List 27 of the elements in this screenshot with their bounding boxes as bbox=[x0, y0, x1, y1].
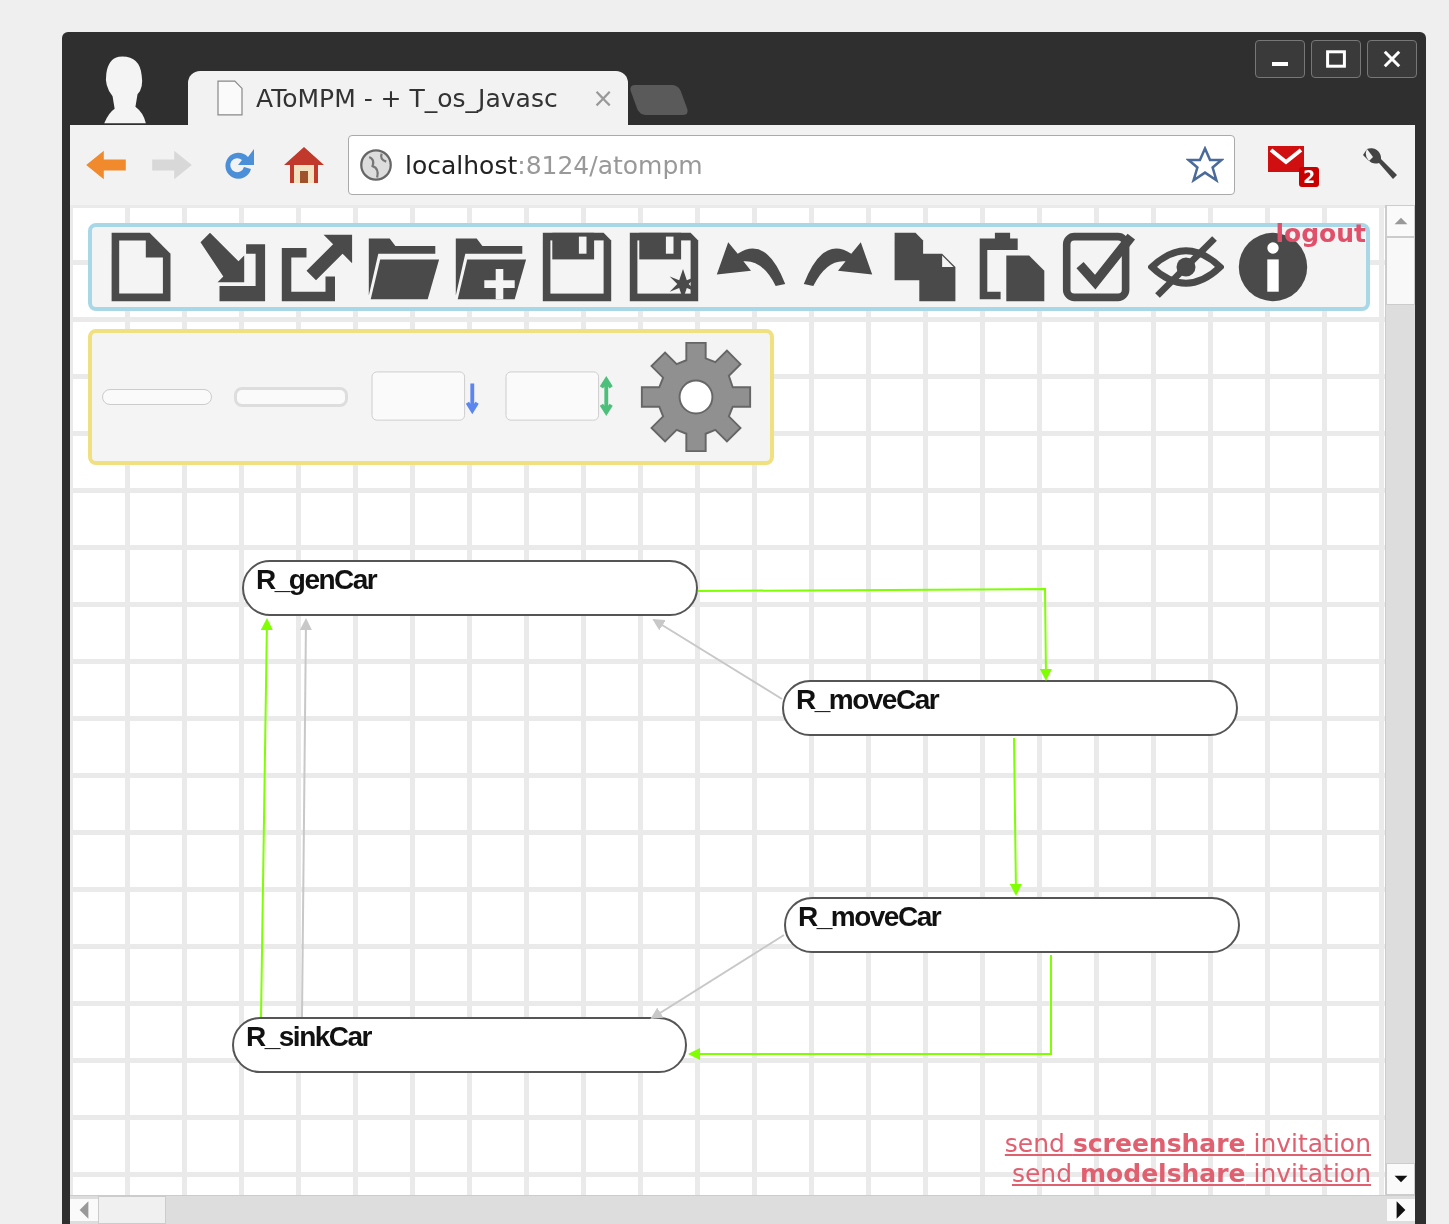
maximize-icon bbox=[1324, 47, 1348, 71]
rule-node[interactable]: R_moveCar bbox=[782, 680, 1238, 736]
tab-title: AToMPM - + T_os_Javasc bbox=[256, 83, 559, 113]
scroll-left-icon[interactable] bbox=[70, 1199, 98, 1221]
browser-tab[interactable]: AToMPM - + T_os_Javasc × bbox=[188, 71, 628, 125]
close-button[interactable] bbox=[1367, 40, 1417, 78]
page-icon bbox=[214, 80, 246, 116]
globe-icon bbox=[359, 148, 393, 182]
maximize-button[interactable] bbox=[1311, 40, 1361, 78]
minimize-icon bbox=[1272, 62, 1288, 66]
horizontal-scrollbar[interactable] bbox=[70, 1195, 1415, 1224]
bookmark-star-icon[interactable] bbox=[1186, 146, 1224, 184]
rule-node[interactable]: R_genCar bbox=[242, 560, 698, 616]
scroll-thumb[interactable] bbox=[98, 1196, 166, 1224]
scroll-thumb[interactable] bbox=[1386, 237, 1415, 305]
home-icon[interactable] bbox=[282, 145, 326, 185]
mail-button[interactable]: 2 bbox=[1267, 143, 1319, 187]
rule-node[interactable]: R_sinkCar bbox=[232, 1017, 687, 1073]
grid-canvas[interactable]: logout R_genCar R_moveCar R_moveCar R_sinkCar send screenshare invitation send modelshare invitation bbox=[70, 205, 1385, 1195]
rule-node[interactable]: R_moveCar bbox=[784, 897, 1240, 953]
scroll-right-icon[interactable] bbox=[1387, 1199, 1415, 1221]
address-bar[interactable]: localhost:8124/atompm bbox=[348, 135, 1235, 195]
url-text: localhost:8124/atompm bbox=[405, 150, 704, 180]
vertical-scrollbar[interactable] bbox=[1385, 205, 1415, 1195]
settings-icon[interactable] bbox=[638, 339, 754, 455]
minimize-button[interactable] bbox=[1255, 40, 1305, 78]
mail-count-badge: 2 bbox=[1299, 167, 1319, 187]
